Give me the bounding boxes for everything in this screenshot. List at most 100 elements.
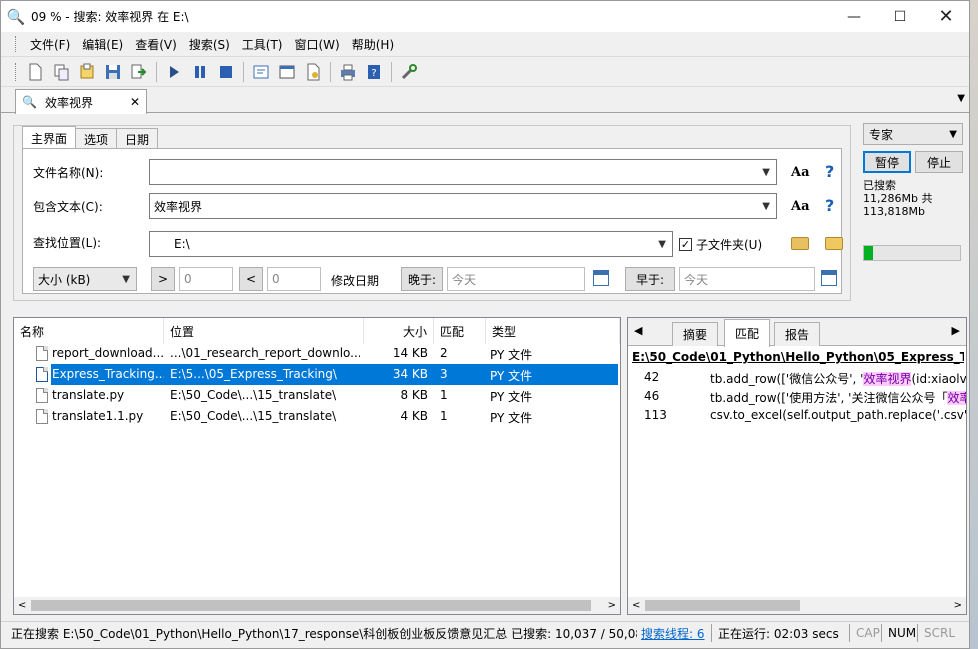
match-line[interactable]: 113 csv.to_excel(self.output_path.replac… (628, 408, 966, 427)
play-icon[interactable] (162, 60, 186, 84)
help-icon[interactable]: ? (825, 196, 834, 215)
earlier-date-input[interactable]: 今天 (679, 267, 815, 291)
scrollbar-thumb[interactable] (31, 600, 591, 611)
tab-list-dropdown-icon[interactable]: ▼ (957, 93, 965, 104)
help-book-icon[interactable]: ? (362, 60, 386, 84)
calendar-icon[interactable] (593, 270, 609, 286)
menu-edit[interactable]: 编辑(E) (76, 36, 129, 53)
table-row[interactable]: report_download... ...\01_research_repor… (14, 343, 620, 364)
save-icon[interactable] (101, 60, 125, 84)
menu-window[interactable]: 窗口(W) (289, 36, 346, 53)
less-than-button[interactable]: < (239, 267, 263, 291)
case-sensitive-icon[interactable]: Aa (791, 165, 810, 180)
stop-icon[interactable] (214, 60, 238, 84)
column-header-name[interactable]: 名称 (14, 318, 164, 344)
scroll-left-icon[interactable]: < (632, 600, 640, 611)
match-line[interactable]: 46 tb.add_row(['使用方法', '关注微信公众号「效率视 (628, 389, 966, 408)
file-size: 14 KB (392, 346, 428, 360)
doc-tab-search[interactable]: 🔍 效率视界 ✕ (15, 89, 147, 114)
size-unit-select[interactable]: 大小 (kB) ▼ (33, 267, 137, 291)
close-tab-icon[interactable]: ✕ (130, 95, 140, 109)
new-file-icon[interactable] (23, 60, 47, 84)
close-button[interactable]: ✕ (923, 1, 969, 32)
chevron-down-icon[interactable]: ▼ (658, 239, 666, 250)
wrap-icon[interactable] (249, 60, 273, 84)
column-header-type[interactable]: 类型 (486, 318, 620, 344)
export-icon[interactable] (127, 60, 151, 84)
tab-date[interactable]: 日期 (116, 128, 159, 150)
tabs-scroll-left-icon[interactable]: ◀ (634, 324, 642, 337)
table-row[interactable]: translate.py E:\50_Code\...\15_translate… (14, 385, 620, 406)
tab-summary[interactable]: 摘要 (672, 322, 719, 346)
match-line[interactable]: 42 tb.add_row(['微信公众号', '效率视界(id:xiaolv_… (628, 370, 966, 389)
menu-search[interactable]: 搜索(S) (183, 36, 236, 53)
size-max-input[interactable]: 0 (267, 267, 321, 291)
menu-tools[interactable]: 工具(T) (236, 36, 289, 53)
settings-doc-icon[interactable] (301, 60, 325, 84)
modified-date-label: 修改日期 (331, 274, 380, 288)
case-sensitive-icon[interactable]: Aa (791, 199, 810, 214)
menu-file[interactable]: 文件(F) (24, 36, 76, 53)
column-header-matches[interactable]: 匹配 (434, 318, 486, 344)
lookin-value: E:\ (174, 237, 190, 251)
chevron-down-icon[interactable]: ▼ (762, 167, 770, 178)
matches-horizontal-scrollbar[interactable]: < > (628, 597, 966, 614)
table-row[interactable]: translate1.1.py E:\50_Code\...\15_transl… (14, 406, 620, 427)
results-horizontal-scrollbar[interactable]: < > (14, 597, 620, 614)
line-before: csv.to_excel(self.output_path.replace('.… (710, 408, 966, 422)
menu-view[interactable]: 查看(V) (129, 36, 183, 53)
layout-icon[interactable] (275, 60, 299, 84)
pause-button[interactable]: 暂停 (863, 151, 911, 173)
later-than-button[interactable]: 晚于: (401, 267, 443, 291)
later-date-input[interactable]: 今天 (447, 267, 585, 291)
filename-combo[interactable]: ▼ (149, 159, 777, 185)
chevron-down-icon[interactable]: ▼ (122, 274, 130, 285)
line-after: (id:xiaolv_sh (911, 372, 966, 386)
title-bar: 🔍 09 % - 搜索: 效率视界 在 E:\ — ☐ ✕ (1, 1, 969, 32)
copy-icon[interactable] (49, 60, 73, 84)
menubar-grip (15, 36, 18, 52)
file-icon (36, 346, 48, 361)
search-control-panel: 专家 ▼ 暂停 停止 已搜索 11,286Mb 共 113,818Mb (861, 123, 965, 303)
menu-help[interactable]: 帮助(H) (346, 36, 400, 53)
scrollbar-thumb[interactable] (645, 600, 800, 611)
lookin-combo[interactable]: E:\ ▼ (149, 231, 673, 257)
table-row[interactable]: Express_Tracking... E:\5...\05_Express_T… (14, 364, 620, 385)
greater-than-button[interactable]: > (151, 267, 175, 291)
maximize-button[interactable]: ☐ (877, 1, 923, 32)
mode-select[interactable]: 专家 ▼ (863, 123, 963, 145)
tab-options[interactable]: 选项 (75, 128, 118, 150)
tab-report[interactable]: 报告 (774, 322, 821, 346)
calendar-icon[interactable] (821, 270, 837, 286)
contains-combo[interactable]: 效率视界 ▼ (149, 193, 777, 219)
earlier-than-button[interactable]: 早于: (625, 267, 675, 291)
tabs-scroll-right-icon[interactable]: ▶ (952, 324, 960, 337)
doc-tab-label: 效率视界 (44, 95, 93, 110)
minimize-button[interactable]: — (831, 1, 877, 32)
column-header-size[interactable]: 大小 (364, 318, 434, 344)
print-icon[interactable] (336, 60, 360, 84)
match-file-path: E:\50_Code\01_Python\Hello_Python\05_Exp… (632, 350, 964, 364)
multi-folder-icon[interactable] (825, 237, 843, 250)
help-icon[interactable]: ? (825, 162, 834, 181)
status-threads-link[interactable]: 搜索线程: 6 (641, 624, 707, 642)
open-icon[interactable] (75, 60, 99, 84)
chevron-down-icon[interactable]: ▼ (949, 129, 957, 140)
size-min-input[interactable]: 0 (179, 267, 233, 291)
scroll-left-icon[interactable]: < (18, 600, 26, 611)
chevron-down-icon[interactable]: ▼ (762, 201, 770, 212)
subfolders-checkbox[interactable]: ✓ 子文件夹(U) (679, 236, 762, 253)
line-text: tb.add_row(['微信公众号', '效率视界(id:xiaolv_sh (710, 370, 966, 387)
tools-icon[interactable] (397, 60, 421, 84)
scroll-right-icon[interactable]: > (954, 600, 962, 611)
tab-matches[interactable]: 匹配 (724, 319, 771, 347)
results-list[interactable]: 名称 位置 大小 匹配 类型 report_download... ...\01… (13, 317, 621, 615)
stop-button[interactable]: 停止 (915, 151, 963, 173)
pause-icon[interactable] (188, 60, 212, 84)
toolbar-separator (156, 61, 157, 82)
line-number: 42 (644, 370, 660, 384)
column-header-location[interactable]: 位置 (164, 318, 364, 344)
tab-main[interactable]: 主界面 (22, 126, 77, 150)
browse-folder-icon[interactable] (791, 237, 809, 250)
scroll-right-icon[interactable]: > (608, 600, 616, 611)
